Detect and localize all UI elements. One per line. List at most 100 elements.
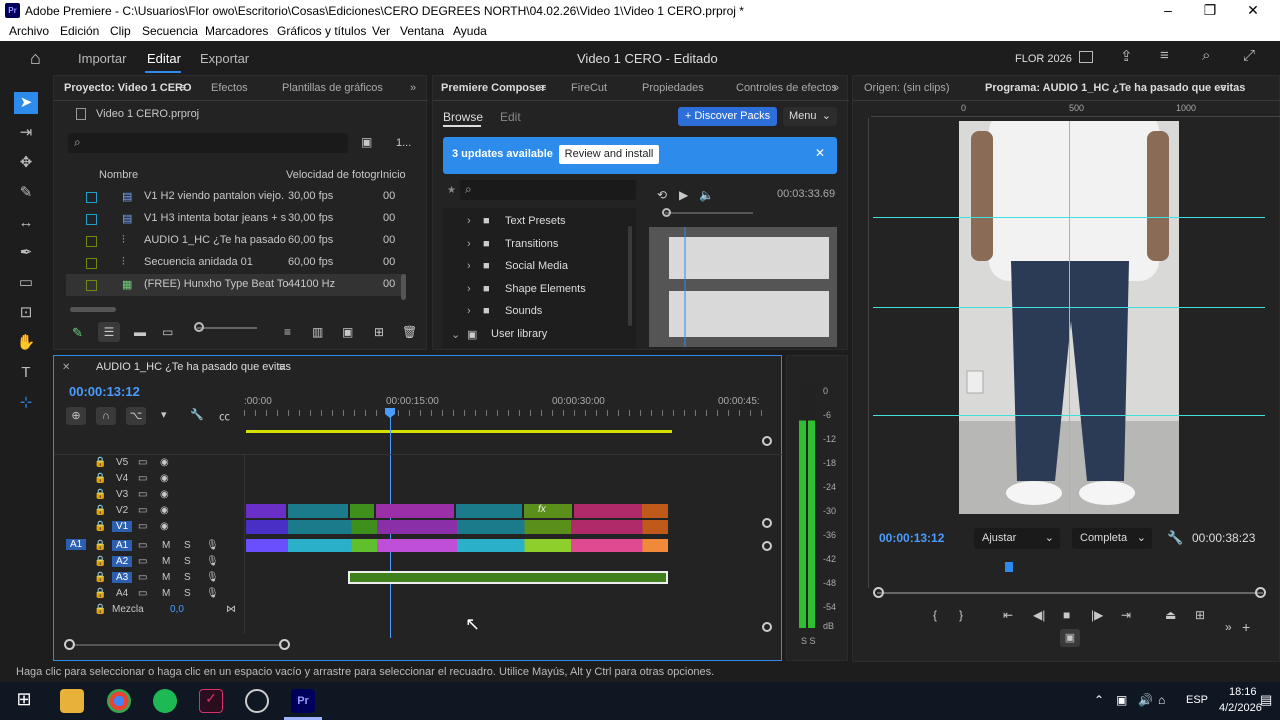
step-forward-icon[interactable]: |▶ [1091,608,1103,622]
zoom-left-handle[interactable] [64,639,75,650]
program-timecode[interactable]: 00:00:13:12 [879,531,944,545]
preview-scrubber[interactable] [665,212,753,214]
mute-button[interactable]: M [162,588,170,599]
v-scroll-bottom[interactable] [762,518,772,528]
text-icon[interactable]: T [14,362,38,384]
column-name[interactable]: Nombre [99,169,138,181]
menu-edicion[interactable]: Edición [60,24,99,38]
home-icon[interactable]: ⌂ [30,48,41,69]
tab-firecut[interactable]: FireCut [571,82,607,94]
menu-marcadores[interactable]: Marcadores [205,24,268,38]
more-buttons-icon[interactable]: » [1225,620,1232,634]
restore-icon[interactable]: ❐ [1200,2,1220,20]
lock-icon[interactable]: 🔒 [94,457,106,468]
lock-icon[interactable]: 🔒 [94,540,106,551]
lock-icon[interactable]: 🔒 [94,505,106,516]
composer-tab-menu-icon[interactable]: ≡ [540,82,546,94]
selection-tool-icon[interactable]: ➤ [14,92,38,114]
sync-lock-icon[interactable]: ▭ [138,457,147,468]
menu-lines-icon[interactable]: ≡ [1160,47,1169,64]
chevron-up-icon[interactable]: ⌃ [1094,693,1104,707]
tray-app-icon[interactable]: ▣ [1116,693,1127,707]
solo-button[interactable]: S [184,540,191,551]
close-sequence-icon[interactable]: ✕ [62,362,70,373]
volume-icon[interactable]: 🔈 [699,188,714,202]
track-header-v2[interactable]: 🔒 V2 ▭ ◉ [94,503,264,519]
eye-icon[interactable]: ◉ [160,457,169,468]
eye-icon[interactable]: ◉ [160,473,169,484]
volume-icon[interactable]: 🔊 [1138,693,1153,707]
zoom-slider-handle[interactable] [194,322,204,332]
horizontal-scrollbar[interactable] [70,307,116,312]
lock-icon[interactable]: 🔒 [94,473,106,484]
list-scrollbar[interactable] [401,274,406,300]
extract-icon[interactable]: ⊞ [1195,608,1205,622]
project-tab-menu-icon[interactable]: ≡ [180,82,186,94]
go-to-out-icon[interactable]: ⇥ [1121,608,1131,622]
column-start[interactable]: Inicio [380,169,406,181]
solo-button[interactable]: S [184,588,191,599]
rectangle-icon[interactable]: ▭ [14,272,38,294]
nest-toggle-icon[interactable]: ⊕ [66,407,86,425]
mute-button[interactable]: M [162,572,170,583]
tab-program-monitor[interactable]: Programa: AUDIO 1_HC ¿Te ha pasado que e… [985,82,1245,94]
timeline-settings-icon[interactable]: 🔧 [190,408,204,421]
sync-lock-icon[interactable]: ▭ [138,473,147,484]
clock-time[interactable]: 18:16 [1229,686,1257,698]
timeline-timecode[interactable]: 00:00:13:12 [69,384,140,399]
track-header-a2[interactable]: 🔒 A2 ▭ M S 🎙 [94,554,264,570]
sync-lock-icon[interactable]: ▭ [138,588,147,599]
tab-effect-controls[interactable]: Controles de efectos [736,82,837,94]
track-header-a3[interactable]: 🔒 A3 ▭ M S 🎙 [94,570,264,586]
menu-secuencia[interactable]: Secuencia [142,24,198,38]
close-icon[interactable]: ✕ [1243,2,1263,20]
solo-button[interactable]: S [184,556,191,567]
export-frame-icon[interactable]: ▣ [1060,629,1080,647]
track-header-v3[interactable]: 🔒 V3 ▭ ◉ [94,487,264,503]
lock-icon[interactable]: 🔒 [94,556,106,567]
track-header-v5[interactable]: 🔒 V5 ▭ ◉ [94,455,264,471]
video-clip-v1[interactable] [246,520,668,534]
wrench-icon[interactable]: 🔧 [1167,530,1183,546]
network-icon[interactable]: ⌂ [1158,693,1165,707]
track-header-a4[interactable]: 🔒 A4 ▭ M S 🎙 [94,586,264,602]
audio-clip-a3[interactable] [348,571,668,584]
composer-menu-button[interactable]: Menu ⌄ [783,107,837,126]
new-bin-icon[interactable]: ▣ [361,135,372,149]
sync-lock-icon[interactable]: ▭ [138,572,147,583]
tab-effects[interactable]: Efectos [211,82,248,94]
sync-lock-icon[interactable]: ▭ [138,505,147,516]
sort-icon[interactable]: ≡ [284,325,291,339]
razor-icon[interactable]: ✎ [14,182,38,204]
search-icon[interactable]: ⌕ [1202,47,1210,64]
pen-icon[interactable]: ✒ [14,242,38,264]
favorite-star-icon[interactable]: ★ [447,185,456,196]
track-header-v4[interactable]: 🔒 V4 ▭ ◉ [94,471,264,487]
obs-icon[interactable] [245,689,269,713]
freeform-view-icon[interactable]: ▭ [162,325,173,339]
solo-button[interactable]: S [184,572,191,583]
pencil-icon[interactable]: ✎ [72,325,83,341]
stamp-icon[interactable]: ⊡ [14,302,38,324]
playhead-marker[interactable] [1005,562,1013,572]
sequence-menu-icon[interactable]: ≡ [279,361,285,373]
eye-icon[interactable]: ◉ [160,521,169,532]
scrub-end-handle[interactable] [1255,587,1266,598]
premiere-taskbar-icon[interactable]: Pr [291,689,315,713]
eye-icon[interactable]: ◉ [160,505,169,516]
scrubber-handle[interactable] [662,208,671,217]
list-item[interactable]: ⫶ AUDIO 1_HC ¿Te ha pasado 60,00 fps 00 [66,230,406,252]
new-item-icon[interactable]: ⊞ [374,325,384,339]
video-clip[interactable] [642,504,668,518]
tab-graphics-templates[interactable]: Plantillas de gráficos [282,82,383,94]
lock-icon[interactable]: 🔒 [94,572,106,583]
sync-lock-icon[interactable]: ▭ [138,521,147,532]
video-clip[interactable] [350,504,374,518]
lock-icon[interactable]: 🔒 [94,588,106,599]
caption-icon[interactable]: ⊹ [14,392,38,414]
track-header-v1[interactable]: 🔒 V1 ▭ ◉ [94,519,264,535]
loop-icon[interactable]: ⟲ [657,188,667,202]
notification-icon[interactable]: ▤ [1260,692,1272,708]
track-header-a1[interactable]: 🔒 A1 ▭ M S 🎙 [94,538,264,554]
review-install-button[interactable]: Review and install [559,145,659,164]
